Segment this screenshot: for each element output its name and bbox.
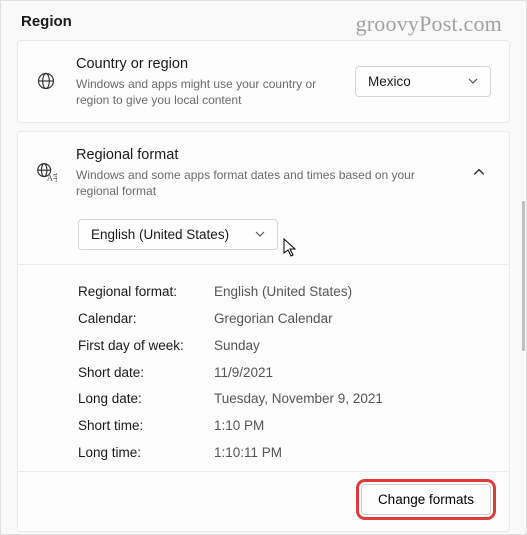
detail-row: Regional format:English (United States) (78, 279, 491, 306)
scrollbar[interactable] (522, 201, 525, 351)
country-region-card: Country or region Windows and apps might… (17, 40, 510, 123)
detail-value: Tuesday, November 9, 2021 (214, 390, 383, 409)
detail-label: First day of week: (78, 337, 214, 356)
detail-label: Calendar: (78, 310, 214, 329)
country-dropdown[interactable]: Mexico (355, 66, 491, 97)
locale-dropdown[interactable]: English (United States) (78, 219, 278, 250)
detail-value: 1:10 PM (214, 417, 264, 436)
detail-row: Long time:1:10:11 PM (78, 440, 491, 467)
format-details: Regional format:English (United States)C… (18, 265, 509, 471)
detail-label: Long date: (78, 390, 214, 409)
format-subtitle: Windows and some apps format dates and t… (76, 167, 451, 199)
detail-row: Calendar:Gregorian Calendar (78, 306, 491, 333)
language-globe-icon: A字 (32, 161, 60, 183)
detail-row: Long date:Tuesday, November 9, 2021 (78, 386, 491, 413)
detail-value: 1:10:11 PM (214, 444, 282, 463)
detail-row: Short date:11/9/2021 (78, 360, 491, 387)
country-title: Country or region (76, 55, 339, 75)
country-dropdown-value: Mexico (368, 74, 411, 89)
page-title: Region (21, 13, 510, 30)
detail-label: Regional format: (78, 283, 214, 302)
change-formats-button[interactable]: Change formats (361, 484, 491, 515)
locale-dropdown-value: English (United States) (91, 227, 229, 242)
country-subtitle: Windows and apps might use your country … (76, 76, 339, 108)
detail-label: Short time: (78, 417, 214, 436)
svg-text:A字: A字 (47, 173, 57, 183)
globe-icon (32, 71, 60, 91)
detail-label: Long time: (78, 444, 214, 463)
chevron-down-icon (468, 76, 478, 86)
format-title: Regional format (76, 146, 451, 166)
detail-row: First day of week:Sunday (78, 333, 491, 360)
regional-format-card: A字 Regional format Windows and some apps… (17, 131, 510, 532)
detail-value: Sunday (214, 337, 260, 356)
collapse-toggle[interactable] (467, 160, 491, 184)
detail-value: Gregorian Calendar (214, 310, 333, 329)
detail-value: English (United States) (214, 283, 352, 302)
detail-label: Short date: (78, 364, 214, 383)
detail-row: Short time:1:10 PM (78, 413, 491, 440)
chevron-up-icon (473, 166, 485, 178)
detail-value: 11/9/2021 (214, 364, 273, 383)
cursor-icon (283, 238, 299, 261)
chevron-down-icon (255, 229, 265, 239)
